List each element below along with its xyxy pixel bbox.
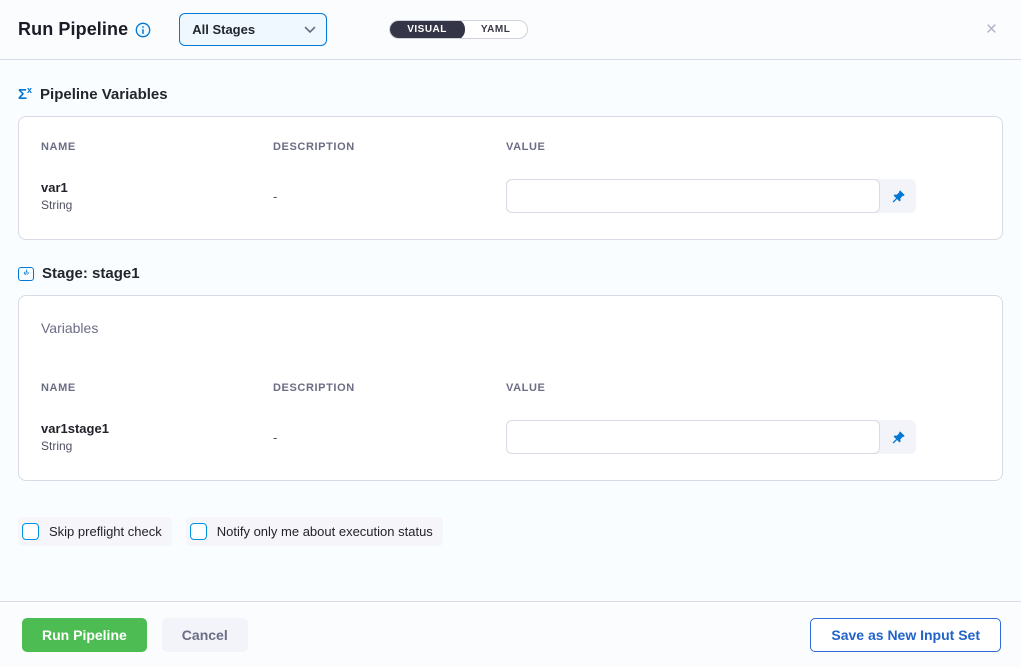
sigma-icon: Σx: [18, 87, 32, 102]
page-title: Run Pipeline: [18, 19, 128, 40]
cancel-button[interactable]: Cancel: [162, 618, 248, 652]
modal-header: Run Pipeline All Stages VISUAL YAML ×: [0, 0, 1021, 60]
variable-name-cell: var1 String: [41, 180, 273, 212]
stage-card-title: Variables: [41, 320, 980, 336]
save-as-new-input-set-button[interactable]: Save as New Input Set: [810, 618, 1001, 652]
variable-type: String: [41, 198, 273, 212]
stage-title: Stage: stage1: [42, 265, 140, 282]
variable-name-cell: var1stage1 String: [41, 421, 273, 453]
column-header-description: DESCRIPTION: [273, 141, 506, 153]
column-header-name: NAME: [41, 382, 273, 394]
notify-me-option[interactable]: Notify only me about execution status: [186, 517, 443, 546]
visual-yaml-toggle: VISUAL YAML: [389, 20, 528, 39]
pin-icon[interactable]: [880, 179, 916, 213]
table-row: var1stage1 String -: [41, 420, 980, 454]
close-icon[interactable]: ×: [982, 18, 1001, 41]
table-header-row: NAME DESCRIPTION VALUE: [41, 382, 980, 394]
pipeline-variables-card: NAME DESCRIPTION VALUE var1 String -: [18, 116, 1003, 240]
options-row: Skip preflight check Notify only me abou…: [18, 517, 1003, 546]
value-input-group: [506, 179, 916, 213]
stage-selector-dropdown[interactable]: All Stages: [179, 13, 327, 46]
stage-variables-table: NAME DESCRIPTION VALUE var1stage1 String…: [41, 382, 980, 454]
notify-me-label: Notify only me about execution status: [217, 524, 433, 539]
variable-value-cell: [506, 420, 980, 454]
value-input-group: [506, 420, 916, 454]
skip-preflight-checkbox[interactable]: [22, 523, 39, 540]
stage-selector-value: All Stages: [192, 22, 255, 37]
column-header-value: VALUE: [506, 382, 980, 394]
stage-heading: ‹/› Stage: stage1: [18, 265, 1003, 282]
table-row: var1 String -: [41, 179, 980, 213]
variable-description: -: [273, 430, 506, 445]
notify-me-checkbox[interactable]: [190, 523, 207, 540]
variable-name: var1stage1: [41, 421, 273, 436]
modal-content: Σx Pipeline Variables NAME DESCRIPTION V…: [0, 60, 1021, 585]
run-pipeline-button[interactable]: Run Pipeline: [22, 618, 147, 652]
column-header-description: DESCRIPTION: [273, 382, 506, 394]
table-header-row: NAME DESCRIPTION VALUE: [41, 141, 980, 153]
chevron-down-icon: [304, 21, 316, 39]
pipeline-variables-heading: Σx Pipeline Variables: [18, 86, 1003, 103]
skip-preflight-option[interactable]: Skip preflight check: [18, 517, 172, 546]
skip-preflight-label: Skip preflight check: [49, 524, 162, 539]
run-pipeline-modal: Run Pipeline All Stages VISUAL YAML × Σx…: [0, 0, 1021, 667]
pin-icon[interactable]: [880, 420, 916, 454]
info-icon[interactable]: [135, 22, 151, 38]
variable-name: var1: [41, 180, 273, 195]
column-header-name: NAME: [41, 141, 273, 153]
toggle-yaml[interactable]: YAML: [464, 20, 527, 39]
variable-description: -: [273, 189, 506, 204]
variable-value-cell: [506, 179, 980, 213]
var1-value-input[interactable]: [506, 179, 880, 213]
pipeline-variables-table: NAME DESCRIPTION VALUE var1 String -: [41, 141, 980, 213]
column-header-value: VALUE: [506, 141, 980, 153]
pipeline-variables-title: Pipeline Variables: [40, 86, 168, 103]
toggle-visual[interactable]: VISUAL: [389, 20, 465, 39]
variable-type: String: [41, 439, 273, 453]
stage-icon: ‹/›: [18, 267, 34, 281]
stage-variables-card: Variables NAME DESCRIPTION VALUE var1sta…: [18, 295, 1003, 481]
var1stage1-value-input[interactable]: [506, 420, 880, 454]
modal-footer: Run Pipeline Cancel Save as New Input Se…: [0, 601, 1021, 667]
